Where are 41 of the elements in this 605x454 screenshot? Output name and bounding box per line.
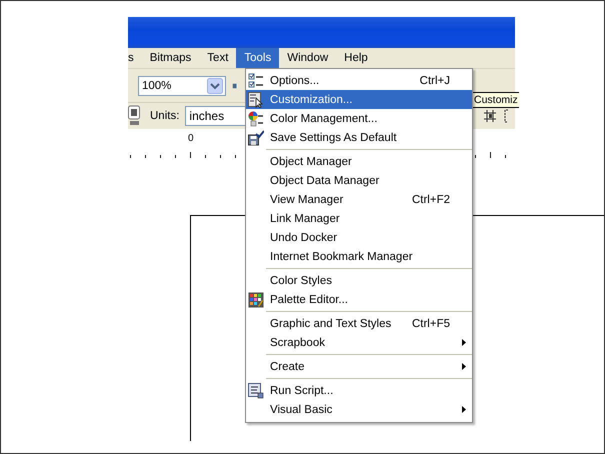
menu-item[interactable]: Save Settings As Default	[246, 128, 472, 147]
menu-item[interactable]: Object Data Manager	[246, 171, 472, 190]
menu-bar-item[interactable]: Help	[336, 48, 376, 68]
zoom-combo[interactable]: 100%	[138, 76, 226, 96]
dropdown-icon	[207, 78, 223, 94]
menu-item[interactable]: Create	[246, 357, 472, 376]
units-field[interactable]: inches	[185, 106, 248, 126]
menu-item[interactable]: Customization...	[246, 90, 472, 109]
menu-item[interactable]: View Manager Ctrl+F2	[246, 190, 472, 209]
window-cursor-icon	[248, 92, 264, 108]
menu-bar-item[interactable]: Window	[279, 48, 336, 68]
palette-grid-icon	[248, 292, 264, 308]
color-wheel-icon	[248, 110, 264, 126]
menu-item[interactable]: Undo Docker	[246, 228, 472, 247]
tooltip: Customiz	[472, 92, 519, 108]
menu-item[interactable]: Object Manager	[246, 152, 472, 171]
menu-item[interactable]: Options... Ctrl+J	[246, 71, 472, 90]
menu-item[interactable]: Color Styles	[246, 271, 472, 290]
document-icon	[248, 382, 264, 398]
menu-bar-item[interactable]: s	[128, 48, 142, 68]
grid-icon[interactable]	[483, 109, 497, 123]
menu-item[interactable]: Scrapbook	[246, 333, 472, 352]
units-label: Units:	[150, 110, 180, 122]
menu-item[interactable]: Run Script...	[246, 381, 472, 400]
ruler-label: 0	[188, 133, 194, 144]
shortcut-label: Ctrl+F5	[412, 318, 450, 330]
floppy-check-icon	[248, 130, 264, 146]
menu-item[interactable]: Visual Basic	[246, 400, 472, 419]
menu-item[interactable]: Palette Editor...	[246, 290, 472, 309]
menu-item[interactable]: Internet Bookmark Manager	[246, 247, 472, 266]
menu-bar-item[interactable]: Bitmaps	[142, 48, 200, 68]
bracket-icon[interactable]	[503, 109, 509, 123]
checklist-icon	[248, 72, 264, 88]
menu-bar-item[interactable]: Text	[199, 48, 236, 68]
shortcut-label: Ctrl+F2	[412, 194, 450, 206]
menu-bar-item[interactable]: Tools	[236, 48, 280, 68]
page-icon[interactable]	[128, 105, 140, 127]
menu-item[interactable]: Link Manager	[246, 209, 472, 228]
menu-item[interactable]: Graphic and Text Styles Ctrl+F5	[246, 314, 472, 333]
menu-item[interactable]: Color Management...	[246, 109, 472, 128]
shortcut-label: Ctrl+J	[420, 74, 450, 86]
